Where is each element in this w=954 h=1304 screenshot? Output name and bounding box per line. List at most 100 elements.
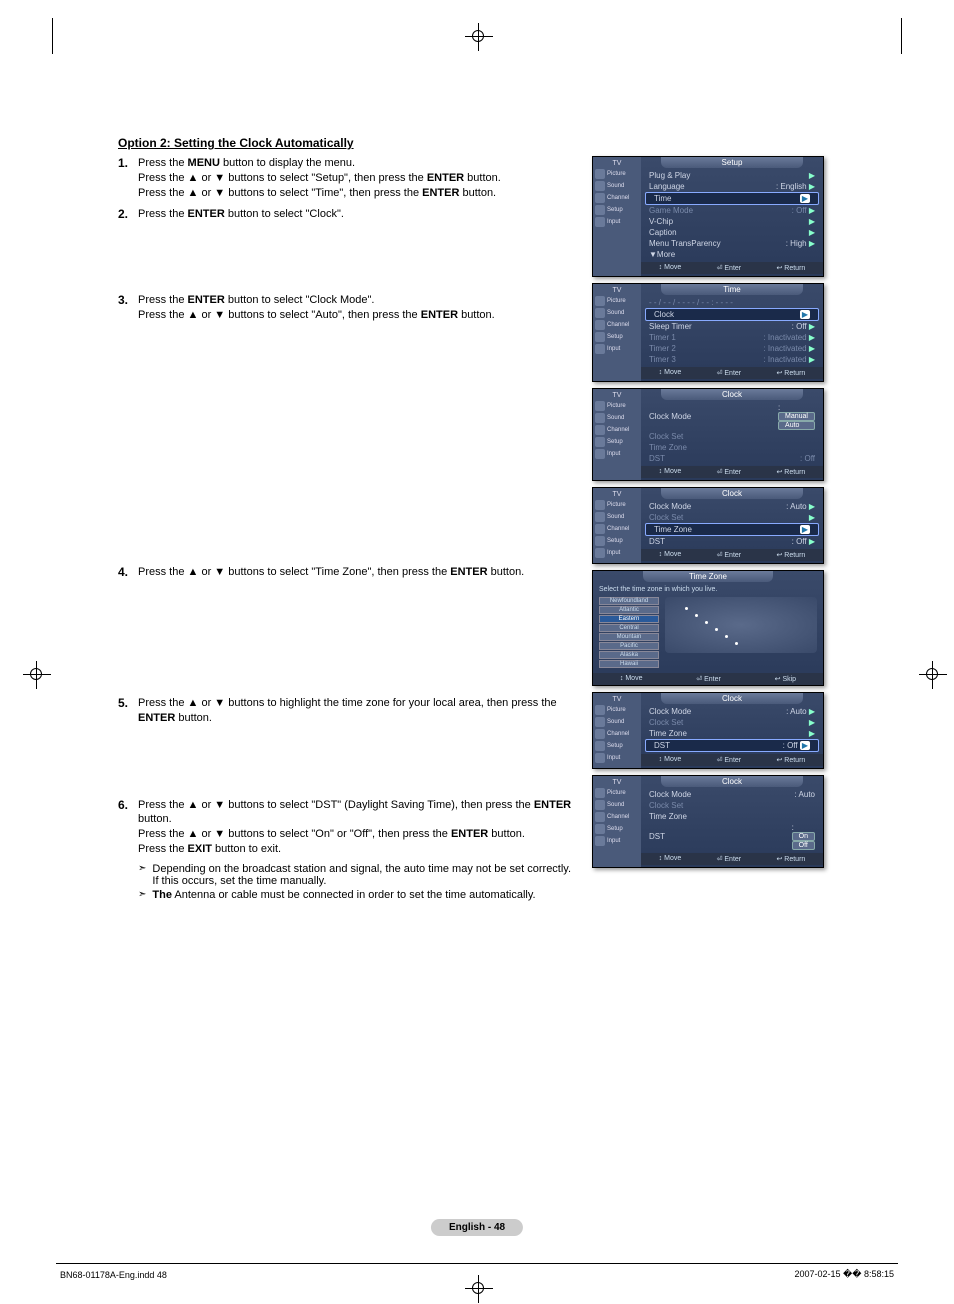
osd-category[interactable]: Sound [593,307,641,319]
osd-row[interactable]: Time Zone [641,442,823,453]
osd-category[interactable]: Setup [593,535,641,547]
osd-category[interactable]: Sound [593,716,641,728]
osd-row[interactable]: Time Zone [641,811,823,822]
osd-row[interactable]: Clock Mode: Auto ▶ [641,706,823,717]
osd-row[interactable]: Clock ▶ [645,308,819,321]
category-icon [595,705,605,715]
osd-row[interactable]: ▼More [641,249,823,260]
osd-tv-label: TV [593,778,641,787]
osd-category[interactable]: Setup [593,740,641,752]
timezone-option[interactable]: Mountain [599,633,659,641]
step-item: 6.Press the ▲ or ▼ buttons to select "DS… [118,798,578,857]
osd-row[interactable]: DST: Off [641,453,823,464]
osd-row[interactable]: Clock Mode: ManualAuto [641,402,823,431]
note-row: ➣The Antenna or cable must be connected … [138,889,578,901]
osd-category[interactable]: Picture [593,704,641,716]
category-icon [595,500,605,510]
osd-dropdown-option[interactable]: Manual [778,412,815,421]
osd-tv-label: TV [593,286,641,295]
osd-row[interactable]: Clock Set ▶ [641,512,823,523]
osd-dropdown-option[interactable]: Auto [778,421,815,430]
timezone-option[interactable]: Hawaii [599,660,659,668]
osd-category[interactable]: Channel [593,728,641,740]
arrow-right-icon: ▶ [809,537,815,546]
crop-mark-icon [30,668,42,680]
osd-footer-hint: ↕ Move [620,675,643,683]
osd-row[interactable]: DST: OnOff [641,822,823,851]
osd-row[interactable]: Timer 3: Inactivated ▶ [641,354,823,365]
osd-category[interactable]: Channel [593,319,641,331]
osd-category[interactable]: Input [593,752,641,764]
osd-footer: ↕ Move⏎ Enter↩ Return [641,367,823,379]
osd-category[interactable]: Picture [593,168,641,180]
osd-row-value: : Off [800,454,815,463]
step-item: 3.Press the ENTER button to select "Cloc… [118,293,578,323]
osd-category[interactable]: Channel [593,811,641,823]
osd-category[interactable]: Input [593,547,641,559]
osd-footer-hint: ↩ Return [776,551,805,559]
osd-row[interactable]: Time Zone ▶ [645,523,819,536]
timezone-option[interactable]: Atlantic [599,606,659,614]
osd-row[interactable]: Clock Mode: Auto [641,789,823,800]
osd-row[interactable]: Plug & Play ▶ [641,170,823,181]
category-icon [595,788,605,798]
osd-row[interactable]: DST: Off ▶ [645,739,819,752]
osd-category[interactable]: Input [593,835,641,847]
timezone-option[interactable]: Newfoundland [599,597,659,605]
step-text: Press the MENU button to display the men… [138,156,501,201]
osd-row[interactable]: Menu TransParency: High ▶ [641,238,823,249]
osd-row-label: Sleep Timer [649,322,692,331]
osd-category[interactable]: Input [593,448,641,460]
osd-row[interactable]: Time ▶ [645,192,819,205]
osd-row[interactable]: Language: English ▶ [641,181,823,192]
osd-row[interactable]: Time Zone ▶ [641,728,823,739]
osd-category[interactable]: Channel [593,192,641,204]
osd-row[interactable]: Timer 2: Inactivated ▶ [641,343,823,354]
osd-row[interactable]: Timer 1: Inactivated ▶ [641,332,823,343]
osd-row[interactable]: Sleep Timer: Off ▶ [641,321,823,332]
category-icon [595,536,605,546]
arrow-right-icon: ▶ [809,707,815,716]
osd-row[interactable]: DST: Off ▶ [641,536,823,547]
osd-category[interactable]: Sound [593,180,641,192]
osd-footer-hint: ↩ Return [776,369,805,377]
osd-row[interactable]: Caption ▶ [641,227,823,238]
osd-row-label: Language [649,182,685,191]
osd-category[interactable]: Channel [593,424,641,436]
osd-category[interactable]: Setup [593,204,641,216]
osd-category[interactable]: Picture [593,499,641,511]
osd-footer-hint: ⏎ Enter [717,855,742,863]
arrow-right-icon: ▶ [809,344,815,353]
osd-category[interactable]: Sound [593,412,641,424]
arrow-right-icon: ▶ [809,217,815,226]
timezone-option[interactable]: Pacific [599,642,659,650]
osd-category[interactable]: Sound [593,799,641,811]
osd-footer-hint: ⏎ Enter [717,369,742,377]
osd-category[interactable]: Sound [593,511,641,523]
timezone-option[interactable]: Central [599,624,659,632]
osd-footer-hint: ↩ Return [776,264,805,272]
arrow-right-icon: ▶ [809,182,815,191]
osd-dropdown-option[interactable]: On [792,832,815,841]
category-icon [595,308,605,318]
osd-category[interactable]: Picture [593,787,641,799]
osd-row-value: ▶ [800,310,810,319]
osd-category[interactable]: Input [593,216,641,228]
osd-row[interactable]: Clock Set ▶ [641,717,823,728]
osd-category[interactable]: Setup [593,823,641,835]
timezone-option[interactable]: Eastern [599,615,659,623]
osd-dropdown-option[interactable]: Off [792,841,815,850]
osd-row[interactable]: Game Mode: Off ▶ [641,205,823,216]
osd-category[interactable]: Picture [593,400,641,412]
osd-row[interactable]: Clock Mode: Auto ▶ [641,501,823,512]
osd-row[interactable]: Clock Set [641,800,823,811]
osd-category[interactable]: Input [593,343,641,355]
timezone-option[interactable]: Alaska [599,651,659,659]
osd-category[interactable]: Setup [593,331,641,343]
osd-category[interactable]: Channel [593,523,641,535]
osd-category[interactable]: Picture [593,295,641,307]
osd-row[interactable]: V-Chip ▶ [641,216,823,227]
osd-category[interactable]: Setup [593,436,641,448]
osd-footer: ↕ Move⏎ Enter↩ Return [641,466,823,478]
osd-row[interactable]: Clock Set [641,431,823,442]
